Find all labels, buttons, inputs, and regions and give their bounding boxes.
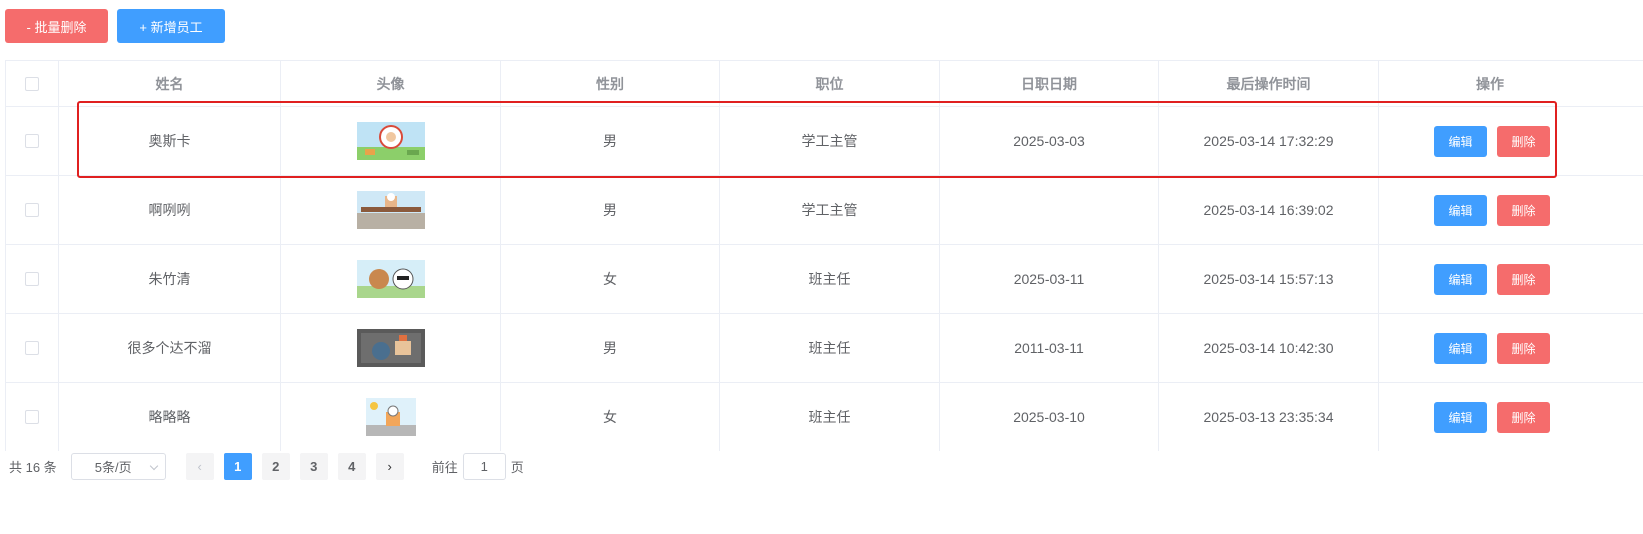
avatar-cell: [281, 383, 501, 451]
employee-table: 姓名 头像 性别 职位 日职日期 最后操作时间 操作 奥斯卡 男 学工主管 20…: [5, 60, 1643, 451]
employee-name: 略略略: [59, 383, 281, 451]
edit-button[interactable]: 编辑: [1434, 332, 1487, 364]
page-button-2[interactable]: 2: [261, 453, 290, 480]
edit-button[interactable]: 编辑: [1434, 125, 1487, 157]
page-size-value: 5条/页: [94, 460, 132, 475]
employee-entry-date: 2025-03-11: [940, 245, 1159, 313]
employee-position: 班主任: [720, 245, 940, 313]
actions-cell: 编辑 删除: [1379, 176, 1643, 244]
delete-button[interactable]: 删除: [1497, 125, 1550, 157]
employee-last-op: 2025-03-14 17:32:29: [1159, 107, 1379, 175]
employee-last-op: 2025-03-13 23:35:34: [1159, 383, 1379, 451]
goto-page-input[interactable]: 1: [462, 453, 506, 480]
employee-gender: 男: [501, 314, 720, 382]
delete-button[interactable]: 删除: [1497, 263, 1550, 295]
row-checkbox[interactable]: [25, 341, 39, 355]
employee-position: 学工主管: [720, 107, 940, 175]
row-checkbox[interactable]: [25, 203, 39, 217]
avatar: [365, 398, 416, 436]
avatar: [356, 122, 425, 160]
actions-cell: 编辑 删除: [1379, 107, 1643, 175]
select-all-checkbox[interactable]: [25, 76, 39, 91]
table-row: 略略略 女 班主任 2025-03-10 2025-03-13 23:35:34…: [6, 383, 1643, 451]
header-select-cell: [6, 61, 59, 106]
table-row: 啊咧咧 男 学工主管 2025-03-14 16:39:02 编辑 删除: [6, 176, 1643, 245]
row-checkbox[interactable]: [25, 272, 39, 286]
prev-page-button[interactable]: ‹: [185, 453, 214, 480]
employee-entry-date: 2025-03-03: [940, 107, 1159, 175]
avatar-cell: [281, 176, 501, 244]
toolbar: - 批量删除 + 新增员工: [5, 9, 225, 43]
goto-page: 前往 1 页: [432, 453, 524, 480]
page-button-1[interactable]: 1: [223, 453, 252, 480]
chevron-down-icon: [149, 461, 158, 471]
goto-prefix: 前往: [431, 460, 458, 475]
employee-last-op: 2025-03-14 16:39:02: [1159, 176, 1379, 244]
page-size-select[interactable]: 5条/页: [70, 453, 166, 480]
row-select-cell: [6, 107, 59, 175]
table-header: 姓名 头像 性别 职位 日职日期 最后操作时间 操作: [6, 61, 1643, 107]
employee-position: 班主任: [720, 383, 940, 451]
header-entry-date: 日职日期: [940, 61, 1159, 106]
header-gender: 性别: [501, 61, 720, 106]
delete-button[interactable]: 删除: [1497, 194, 1550, 226]
edit-button[interactable]: 编辑: [1434, 194, 1487, 226]
employee-gender: 男: [501, 107, 720, 175]
header-name: 姓名: [59, 61, 281, 106]
delete-button[interactable]: 删除: [1497, 401, 1550, 433]
pagination: 共 16 条 5条/页 ‹ 1 2 3 4 › 前往 1 页: [9, 453, 524, 480]
employee-entry-date: 2011-03-11: [940, 314, 1159, 382]
table-row: 朱竹清 女 班主任 2025-03-11 2025-03-14 15:57:13…: [6, 245, 1643, 314]
batch-delete-button[interactable]: - 批量删除: [5, 9, 108, 43]
employee-position: 学工主管: [720, 176, 940, 244]
employee-name: 朱竹清: [59, 245, 281, 313]
header-last-op-time: 最后操作时间: [1159, 61, 1379, 106]
table-row: 奥斯卡 男 学工主管 2025-03-03 2025-03-14 17:32:2…: [6, 107, 1643, 176]
avatar: [356, 329, 425, 367]
avatar: [356, 260, 425, 298]
employee-gender: 女: [501, 383, 720, 451]
next-page-button[interactable]: ›: [375, 453, 404, 480]
employee-name: 很多个达不溜: [59, 314, 281, 382]
row-select-cell: [6, 245, 59, 313]
avatar: [356, 191, 425, 229]
page-button-4[interactable]: 4: [337, 453, 366, 480]
row-select-cell: [6, 176, 59, 244]
employee-last-op: 2025-03-14 15:57:13: [1159, 245, 1379, 313]
page-button-3[interactable]: 3: [299, 453, 328, 480]
actions-cell: 编辑 删除: [1379, 314, 1643, 382]
total-count: 共 16 条: [9, 460, 57, 475]
header-position: 职位: [720, 61, 940, 106]
avatar-cell: [281, 245, 501, 313]
actions-cell: 编辑 删除: [1379, 383, 1643, 451]
employee-gender: 女: [501, 245, 720, 313]
employee-position: 班主任: [720, 314, 940, 382]
table-row: 很多个达不溜 男 班主任 2011-03-11 2025-03-14 10:42…: [6, 314, 1643, 383]
employee-last-op: 2025-03-14 10:42:30: [1159, 314, 1379, 382]
employee-entry-date: 2025-03-10: [940, 383, 1159, 451]
header-avatar: 头像: [281, 61, 501, 106]
edit-button[interactable]: 编辑: [1434, 263, 1487, 295]
row-select-cell: [6, 314, 59, 382]
actions-cell: 编辑 删除: [1379, 245, 1643, 313]
header-actions: 操作: [1476, 75, 1504, 92]
edit-button[interactable]: 编辑: [1434, 401, 1487, 433]
goto-suffix: 页: [510, 460, 524, 475]
add-employee-button[interactable]: + 新增员工: [117, 9, 225, 43]
employee-gender: 男: [501, 176, 720, 244]
row-select-cell: [6, 383, 59, 451]
employee-name: 奥斯卡: [59, 107, 281, 175]
avatar-cell: [281, 107, 501, 175]
avatar-cell: [281, 314, 501, 382]
row-checkbox[interactable]: [25, 410, 39, 424]
delete-button[interactable]: 删除: [1497, 332, 1550, 364]
employee-name: 啊咧咧: [59, 176, 281, 244]
employee-entry-date: [940, 176, 1159, 244]
row-checkbox[interactable]: [25, 134, 39, 148]
